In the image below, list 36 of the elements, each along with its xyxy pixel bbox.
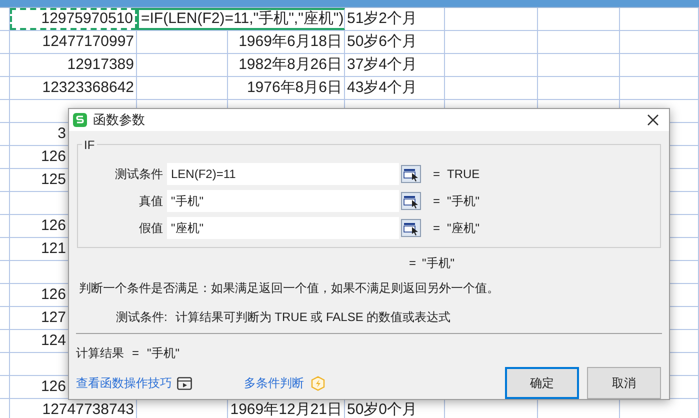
table-cell: 1969年6月18日: [228, 31, 345, 53]
argument-field[interactable]: "手机": [167, 190, 399, 212]
app-logo-icon: [73, 112, 87, 127]
equals-sign: =: [409, 255, 416, 272]
video-icon[interactable]: [177, 376, 192, 390]
table-cell: 12917389: [10, 54, 137, 76]
equals-sign: =: [433, 166, 442, 183]
argument-field[interactable]: LEN(F2)=11: [167, 162, 399, 185]
table-cell: 12323368642: [10, 77, 137, 99]
range-select-icon[interactable]: [401, 192, 421, 210]
table-cell: 50岁6个月: [345, 31, 445, 53]
argument-label: 假值: [138, 220, 164, 237]
argument-result: "座机": [447, 220, 480, 237]
range-select-icon[interactable]: [401, 164, 421, 183]
argument-result: "手机": [447, 192, 480, 210]
formula-result: "手机": [422, 255, 455, 272]
table-cell: =IF(LEN(F2)=11,"手机","座机"): [137, 8, 345, 30]
equals-sign: =: [433, 220, 442, 237]
range-select-icon[interactable]: [401, 218, 421, 237]
table-cell: 12477170997: [10, 31, 137, 53]
argument-help-text: 计算结果可判断为 TRUE 或 FALSE 的数值或表达式: [175, 309, 451, 326]
equals-sign: =: [433, 192, 442, 210]
coin-badge-icon: [311, 376, 325, 390]
table-cell: 1982年8月26日: [228, 54, 345, 76]
dialog-button[interactable]: 取消: [587, 367, 661, 399]
multi-condition-link[interactable]: 多条件判断: [244, 374, 304, 392]
argument-label: 真值: [138, 192, 164, 210]
close-icon[interactable]: [647, 114, 659, 126]
table-cell: 43岁4个月: [345, 77, 445, 99]
table-cell: 51岁2个月: [345, 8, 445, 30]
table-cell: 37岁4个月: [345, 54, 445, 76]
dialog-button[interactable]: 确定: [505, 367, 579, 399]
argument-result: TRUE: [447, 166, 480, 183]
argument-field[interactable]: "座机": [167, 216, 399, 239]
table-cell: 1976年8月6日: [228, 77, 345, 99]
result-value: "手机": [147, 345, 180, 362]
